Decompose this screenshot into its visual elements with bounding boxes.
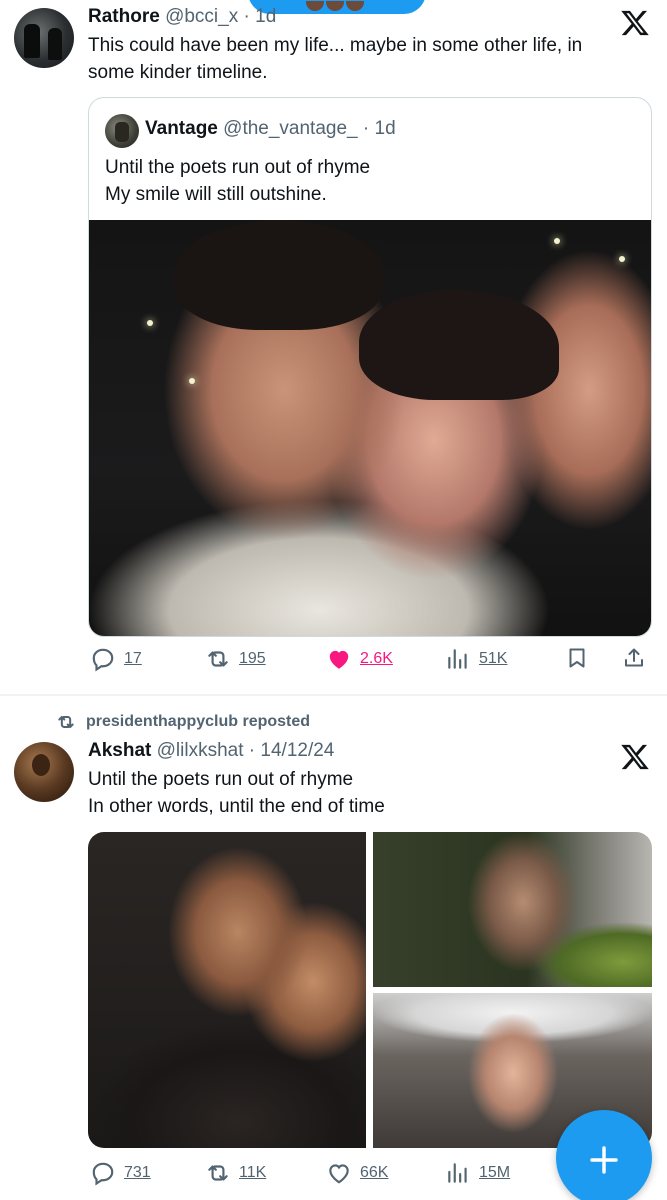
post-actions: 17 195 2.6K 51K (0, 646, 667, 676)
post-text: This could have been my life... maybe in… (88, 35, 583, 83)
like-count: 66K (360, 1164, 389, 1181)
quoted-post[interactable]: Vantage @the_vantage_ · 1d Until the poe… (88, 97, 652, 637)
x-logo-icon[interactable] (620, 8, 650, 38)
reply-button[interactable]: 731 (90, 1160, 151, 1186)
x-logo-icon[interactable] (620, 742, 650, 772)
post-header: Rathore @bcci_x · 1d (88, 6, 276, 28)
quote-author-handle: @the_vantage_ (223, 118, 358, 139)
reply-icon (92, 1162, 114, 1186)
quote-time: · 1d (362, 118, 396, 139)
views-chart-icon (448, 1163, 467, 1183)
repost-by-label: presidenthappyclub reposted (86, 713, 311, 730)
post-1[interactable]: Rathore @bcci_x · 1d This could have bee… (0, 0, 667, 694)
post-time[interactable]: · 1d (244, 6, 277, 27)
avatar[interactable] (14, 742, 74, 802)
like-button[interactable]: 66K (326, 1160, 388, 1186)
reply-count: 731 (124, 1164, 151, 1181)
like-count: 2.6K (360, 650, 393, 667)
plus-icon (590, 1146, 618, 1174)
repost-icon (58, 716, 74, 728)
views-chart-icon (448, 649, 467, 669)
reply-count: 17 (124, 650, 142, 667)
compose-button[interactable] (556, 1110, 652, 1200)
media-photo-2[interactable] (373, 832, 652, 987)
repost-button[interactable]: 11K (205, 1160, 266, 1186)
share-icon (625, 648, 643, 667)
view-count: 51K (479, 650, 508, 667)
repost-icon (208, 1165, 228, 1181)
heart-icon (329, 650, 349, 669)
repost-icon (208, 651, 228, 667)
author-handle[interactable]: @lilxkshat (157, 740, 244, 761)
repost-count: 195 (239, 650, 266, 667)
reply-button[interactable]: 17 (90, 646, 142, 672)
post-header: Akshat @lilxkshat · 14/12/24 (88, 740, 334, 762)
repost-button[interactable]: 195 (205, 646, 266, 672)
views-button[interactable]: 15M (445, 1160, 510, 1186)
quote-header: Vantage @the_vantage_ · 1d (145, 118, 396, 140)
avatar[interactable] (14, 8, 74, 68)
share-button[interactable] (622, 646, 646, 670)
quote-text: Until the poets run out of rhyme My smil… (105, 157, 371, 205)
author-name[interactable]: Rathore (88, 6, 160, 27)
bookmark-icon (569, 648, 585, 668)
repost-indicator[interactable]: presidenthappyclub reposted (56, 712, 310, 732)
author-name[interactable]: Akshat (88, 740, 151, 761)
bookmark-button[interactable] (565, 646, 589, 670)
like-button[interactable]: 2.6K (326, 646, 393, 672)
quote-photo[interactable] (89, 220, 651, 636)
reply-icon (92, 648, 114, 672)
post-time[interactable]: · 14/12/24 (249, 740, 335, 761)
post-text: Until the poets run out of rhyme In othe… (88, 769, 385, 817)
repost-count: 11K (239, 1164, 267, 1181)
views-button[interactable]: 51K (445, 646, 507, 672)
author-handle[interactable]: @bcci_x (165, 6, 238, 27)
quote-author-name: Vantage (145, 118, 218, 139)
post-2[interactable]: presidenthappyclub reposted Akshat @lilx… (0, 696, 667, 1200)
heart-icon (329, 1164, 349, 1184)
media-photo-1[interactable] (88, 832, 366, 1148)
quote-avatar (105, 114, 139, 148)
view-count: 15M (479, 1164, 511, 1181)
